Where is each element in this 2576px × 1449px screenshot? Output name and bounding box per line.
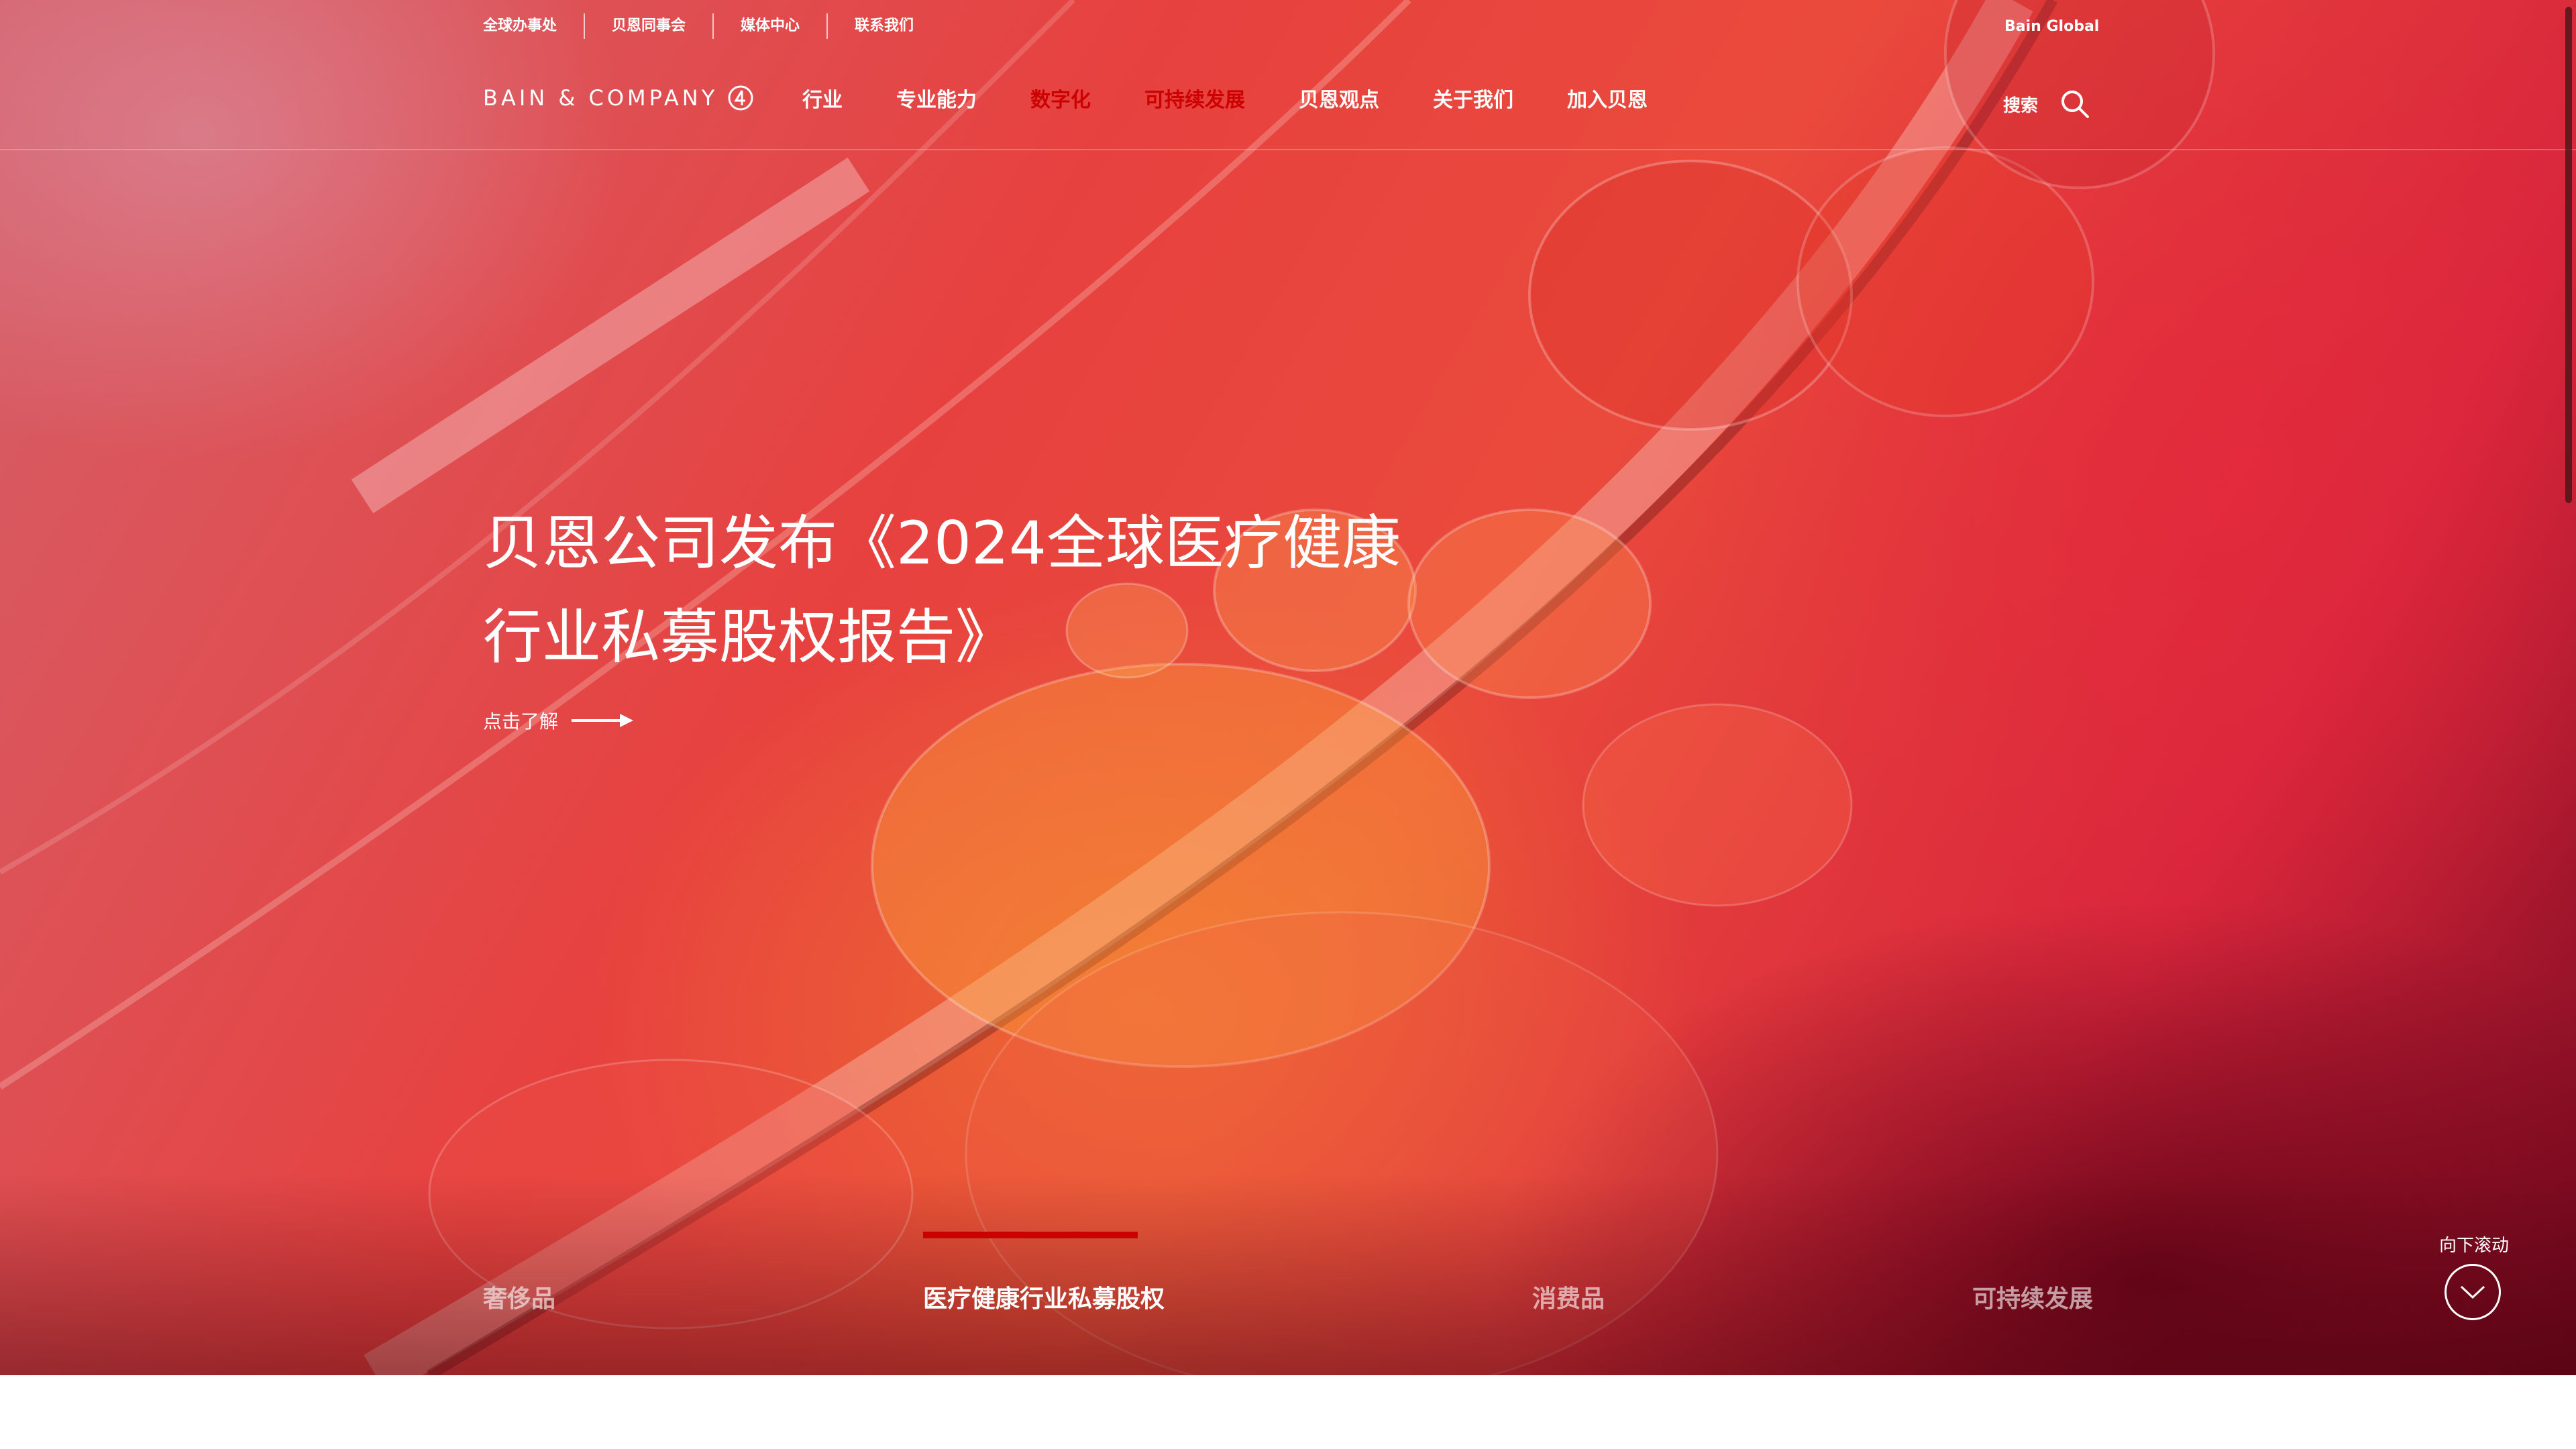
learn-more-link[interactable]: 点击了解 bbox=[483, 707, 636, 734]
util-link-contact-us[interactable]: 联系我们 bbox=[826, 13, 941, 39]
page-scrollbar[interactable] bbox=[2563, 0, 2576, 1375]
search-button[interactable]: 搜索 bbox=[2003, 89, 2090, 119]
nav-item-careers[interactable]: 加入贝恩 bbox=[1567, 87, 1648, 114]
learn-more-label: 点击了解 bbox=[483, 710, 559, 733]
active-tab-indicator bbox=[923, 1232, 1138, 1238]
scrollbar-thumb[interactable] bbox=[2565, 7, 2572, 503]
util-link-global-offices[interactable]: 全球办事处 bbox=[483, 13, 584, 39]
nav-item-industries[interactable]: 行业 bbox=[802, 87, 843, 114]
nav-item-digital[interactable]: 数字化 bbox=[1030, 87, 1091, 114]
logo-mark-icon bbox=[728, 85, 753, 111]
scroll-down-label: 向下滚动 bbox=[2439, 1236, 2510, 1256]
utility-nav: 全球办事处 贝恩同事会 媒体中心 联系我们 bbox=[483, 13, 941, 39]
tab-sustainability[interactable]: 可持续发展 bbox=[1972, 1283, 2093, 1316]
chevron-down-icon bbox=[2460, 1285, 2485, 1299]
scroll-down-button[interactable] bbox=[2445, 1264, 2501, 1320]
main-nav: 行业 专业能力 数字化 可持续发展 贝恩观点 关于我们 加入贝恩 bbox=[802, 87, 1701, 114]
header-divider bbox=[0, 149, 2576, 150]
bain-logo[interactable]: BAIN & COMPANY bbox=[483, 85, 754, 111]
hero-headline: 贝恩公司发布《2024全球医疗健康 行业私募股权报告》 bbox=[483, 496, 1489, 684]
nav-item-insights[interactable]: 贝恩观点 bbox=[1299, 87, 1379, 114]
nav-item-capabilities[interactable]: 专业能力 bbox=[896, 87, 977, 114]
bain-global-link[interactable]: Bain Global bbox=[2004, 16, 2099, 38]
util-link-media-center[interactable]: 媒体中心 bbox=[712, 13, 826, 39]
nav-item-sustainability[interactable]: 可持续发展 bbox=[1144, 87, 1245, 114]
nav-item-about-us[interactable]: 关于我们 bbox=[1433, 87, 1513, 114]
headline-line-2: 行业私募股权报告》 bbox=[483, 602, 1015, 672]
search-label: 搜索 bbox=[2003, 95, 2039, 116]
headline-line-1: 贝恩公司发布《2024全球医疗健康 bbox=[483, 508, 1401, 578]
util-link-alumni[interactable]: 贝恩同事会 bbox=[584, 13, 712, 39]
logo-text: BAIN & COMPANY bbox=[483, 85, 718, 111]
tab-consumer-products[interactable]: 消费品 bbox=[1532, 1283, 1605, 1316]
hero-bottom-shade bbox=[0, 1174, 2576, 1375]
hero-banner bbox=[0, 0, 2576, 1375]
tab-luxury[interactable]: 奢侈品 bbox=[483, 1283, 555, 1316]
arrow-right-icon bbox=[572, 714, 634, 727]
search-icon bbox=[2061, 91, 2090, 118]
hero-background-image bbox=[0, 0, 2215, 1375]
tab-healthcare-pe[interactable]: 医疗健康行业私募股权 bbox=[923, 1283, 1165, 1316]
